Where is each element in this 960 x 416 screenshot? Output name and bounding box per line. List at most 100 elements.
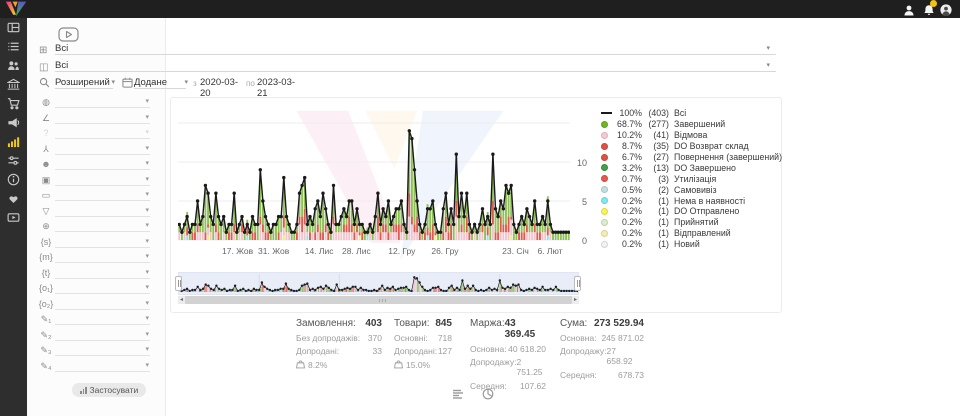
- category-select[interactable]: Всі ▾: [55, 43, 776, 55]
- legend-count: (2): [642, 185, 669, 195]
- legend-swatch-icon: [601, 164, 614, 171]
- stat-title: Маржа:: [470, 318, 505, 340]
- stat-subrow: Допродані:127: [394, 346, 452, 356]
- channel-filter[interactable]: ◍ ▾: [27, 96, 165, 112]
- sidebar-item-warehouse[interactable]: [0, 75, 27, 94]
- search-icon[interactable]: [39, 77, 50, 91]
- legend-percent: 6.7%: [614, 152, 642, 162]
- legend-label: Самовивіз: [674, 185, 717, 195]
- user-avatar[interactable]: [940, 3, 952, 15]
- scrollbar-thumb[interactable]: [185, 296, 572, 304]
- filter-input-underline: [55, 200, 150, 201]
- chevron-down-icon: ▾: [145, 159, 149, 167]
- sidebar-item-marketing[interactable]: [0, 113, 27, 132]
- product-select[interactable]: Всі ▾: [55, 60, 776, 72]
- sidebar-item-clients[interactable]: [0, 56, 27, 75]
- notification-badge: [930, 0, 937, 7]
- filter-input-underline: [55, 309, 150, 310]
- stat-sublabel: Допродажу:: [560, 346, 607, 366]
- filter-icon: ▽: [38, 206, 54, 217]
- filter-icon: ✎₃: [38, 345, 54, 356]
- sidebar-item-video-tutorials[interactable]: [0, 208, 27, 227]
- date-field-select[interactable]: Додане ▾: [134, 77, 186, 89]
- legend-item[interactable]: 3.2% (13) DO Завершено: [601, 162, 777, 173]
- filter-input-underline: [55, 123, 150, 124]
- scroll-left-icon[interactable]: ◂: [178, 296, 185, 304]
- legend-item[interactable]: 0.2% (1) Прийнятий: [601, 217, 777, 228]
- funnel-filter[interactable]: ▽ ▾: [27, 205, 165, 221]
- app-screen: ⊞ Всі ▾ ◫ Всі ▾ Розширений ▾ Додане ▾ з …: [0, 0, 960, 416]
- sidebar-item-purchases[interactable]: [0, 94, 27, 113]
- custom-m-filter[interactable]: {m} ▾: [27, 251, 165, 267]
- legend-swatch-icon: [601, 132, 614, 139]
- legend-item[interactable]: 0.7% (3) Утилізація: [601, 173, 777, 184]
- chevron-down-icon: ▾: [111, 78, 115, 86]
- filter-icon: {m}: [38, 252, 54, 262]
- legend-item[interactable]: 0.2% (1) Відправлений: [601, 228, 777, 239]
- custom-field-2[interactable]: ✎₂ ▾: [27, 329, 165, 345]
- legend-item[interactable]: 0.5% (2) Самовивіз: [601, 184, 777, 195]
- trend-filter[interactable]: ∠ ▾: [27, 112, 165, 128]
- scroll-right-icon[interactable]: ▸: [572, 296, 579, 304]
- manager-filter[interactable]: ☻ ▾: [27, 158, 165, 174]
- filter-input-underline: [55, 355, 150, 356]
- stat-subvalue: 245 871.02: [601, 333, 644, 343]
- orders-status-chart[interactable]: [178, 103, 570, 259]
- stat-subrow: 8.2%: [296, 360, 382, 371]
- sidebar-item-info[interactable]: [0, 170, 27, 189]
- legend-item[interactable]: 100% (403) Всі: [601, 108, 777, 119]
- legend-item[interactable]: 10.2% (41) Відмова: [601, 130, 777, 141]
- navigator-right-handle[interactable]: [574, 276, 581, 291]
- sidebar-item-dashboard[interactable]: [0, 18, 27, 37]
- pie-view-icon[interactable]: [482, 387, 494, 399]
- legend-item[interactable]: 8.7% (35) DO Возврат склад: [601, 141, 777, 152]
- legend-swatch-icon: [601, 219, 614, 226]
- custom-o1-filter[interactable]: {o₁} ▾: [27, 282, 165, 298]
- custom-field-3[interactable]: ✎₃ ▾: [27, 344, 165, 360]
- list-view-icon[interactable]: [452, 387, 464, 399]
- legend-item[interactable]: 6.7% (27) Повернення (завершений): [601, 152, 777, 163]
- navigator-left-handle[interactable]: [175, 276, 182, 291]
- custom-field-4[interactable]: ✎₄ ▾: [27, 360, 165, 376]
- structure-filter[interactable]: ⅄ ▾: [27, 143, 165, 159]
- help-filter[interactable]: ? ▾: [27, 127, 165, 143]
- chart-scrollbar[interactable]: ◂ ▸: [178, 296, 579, 304]
- chevron-down-icon: ▾: [145, 299, 149, 307]
- payment-filter[interactable]: ▭ ▾: [27, 189, 165, 205]
- video-help-icon[interactable]: [58, 27, 79, 42]
- legend-label: Утилізація: [674, 174, 716, 184]
- apply-filters-button[interactable]: Застосувати: [72, 383, 146, 397]
- legend-item[interactable]: 68.7% (277) Завершений: [601, 119, 777, 130]
- sidebar-item-partners[interactable]: [0, 189, 27, 208]
- legend-swatch-icon: [601, 143, 614, 150]
- profile-icon[interactable]: [903, 3, 915, 15]
- custom-t-filter[interactable]: {t} ▾: [27, 267, 165, 283]
- filter-input-underline: [55, 107, 150, 108]
- custom-field-1[interactable]: ✎₁ ▾: [27, 313, 165, 329]
- sidebar-item-orders[interactable]: [0, 37, 27, 56]
- stat-subrow: Без допродажів:370: [296, 333, 382, 343]
- region-filter[interactable]: ⊕ ▾: [27, 220, 165, 236]
- x-axis-label: 23. Січ: [502, 246, 529, 256]
- legend-label: Всі: [674, 108, 686, 118]
- x-axis-label: 28. Лис: [342, 246, 371, 256]
- sidebar-item-analytics[interactable]: [0, 132, 27, 151]
- search-mode-select[interactable]: Розширений ▾: [55, 77, 113, 89]
- legend-item[interactable]: 0.2% (1) Новий: [601, 239, 777, 250]
- legend-item[interactable]: 0.2% (1) Нема в наявності: [601, 195, 777, 206]
- chart-navigator[interactable]: [178, 272, 579, 295]
- filter-input-underline: [55, 154, 150, 155]
- sidebar-item-settings[interactable]: [0, 151, 27, 170]
- legend-swatch-icon: [601, 230, 614, 237]
- legend-label: Повернення (завершений): [674, 152, 782, 162]
- chevron-down-icon: ▾: [145, 252, 149, 260]
- legend-percent: 0.5%: [614, 185, 642, 195]
- custom-s-filter[interactable]: {s} ▾: [27, 236, 165, 252]
- custom-o2-filter[interactable]: {o₂} ▾: [27, 298, 165, 314]
- legend-swatch-icon: [601, 121, 614, 128]
- product-filter[interactable]: ▣ ▾: [27, 174, 165, 190]
- filter-icon: {t}: [38, 268, 54, 278]
- app-logo[interactable]: [4, 1, 28, 17]
- legend-item[interactable]: 0.2% (1) DO Отправлено: [601, 206, 777, 217]
- stat-subvalue: 678.73: [618, 370, 644, 380]
